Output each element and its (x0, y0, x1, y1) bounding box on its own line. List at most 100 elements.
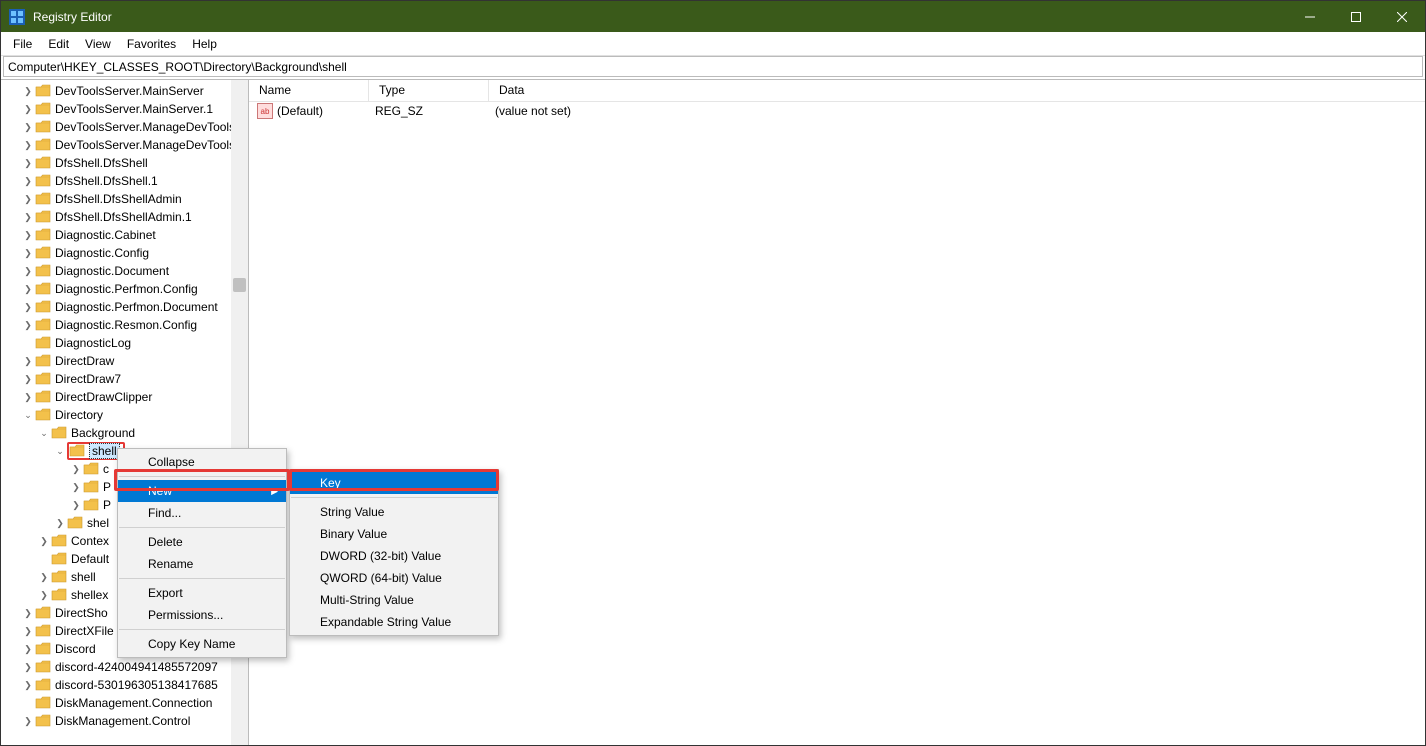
expander-icon[interactable]: ❯ (21, 138, 35, 152)
tree-item[interactable]: ❯DevToolsServer.ManageDevTools.1 (1, 136, 248, 154)
col-header-type[interactable]: Type (369, 80, 489, 101)
tree-item[interactable]: ❯DirectDraw (1, 352, 248, 370)
tree-item[interactable]: ❯DfsShell.DfsShellAdmin.1 (1, 208, 248, 226)
menu-favorites[interactable]: Favorites (119, 35, 184, 53)
context-item[interactable]: DWORD (32-bit) Value (290, 545, 498, 567)
value-name: (Default) (277, 104, 369, 118)
tree-item[interactable]: DiskManagement.Connection (1, 694, 248, 712)
menu-view[interactable]: View (77, 35, 119, 53)
minimize-button[interactable] (1287, 1, 1333, 32)
context-item[interactable]: Multi-String Value (290, 589, 498, 611)
col-header-name[interactable]: Name (249, 80, 369, 101)
expander-icon[interactable]: ❯ (21, 174, 35, 188)
tree-item[interactable]: ❯DiskManagement.Control (1, 712, 248, 730)
expander-icon[interactable] (21, 336, 35, 350)
tree-item[interactable]: ❯Diagnostic.Config (1, 244, 248, 262)
tree-item[interactable]: ❯ Diagnostic.Perfmon.Document (1, 298, 248, 316)
expander-icon[interactable]: ❯ (21, 282, 35, 296)
expander-icon[interactable]: ❯ (21, 120, 35, 134)
menu-file[interactable]: File (5, 35, 40, 53)
expander-icon[interactable]: ⌄ (53, 444, 67, 458)
menu-help[interactable]: Help (184, 35, 225, 53)
expander-icon[interactable]: ❯ (21, 678, 35, 692)
expander-icon[interactable]: ❯ (21, 624, 35, 638)
tree-item-label: DevToolsServer.MainServer (55, 84, 204, 98)
expander-icon[interactable]: ❯ (21, 246, 35, 260)
context-item[interactable]: Find... (118, 502, 286, 524)
tree-item[interactable]: ❯ discord-530196305138417685 (1, 676, 248, 694)
tree-item-label: Discord (55, 642, 96, 656)
titlebar: Registry Editor (1, 1, 1425, 32)
tree-item[interactable]: ❯DirectDrawClipper (1, 388, 248, 406)
tree-item-label: Diagnostic.Perfmon.Document (55, 300, 218, 314)
tree-scrollbar-thumb[interactable] (233, 278, 246, 292)
expander-icon[interactable]: ❯ (21, 102, 35, 116)
context-item[interactable]: Collapse (118, 451, 286, 473)
tree-item[interactable]: ❯Diagnostic.Cabinet (1, 226, 248, 244)
expander-icon[interactable] (21, 696, 35, 710)
expander-icon[interactable]: ❯ (21, 318, 35, 332)
expander-icon[interactable]: ❯ (69, 462, 83, 476)
expander-icon[interactable]: ❯ (21, 660, 35, 674)
tree-item-label: DirectSho (55, 606, 108, 620)
tree-item[interactable]: ❯discord-424004941485572097 (1, 658, 248, 676)
tree-item-label: Background (71, 426, 135, 440)
expander-icon[interactable]: ❯ (21, 606, 35, 620)
context-item[interactable]: Expandable String Value (290, 611, 498, 633)
expander-icon[interactable]: ❯ (21, 642, 35, 656)
context-item[interactable]: Rename (118, 553, 286, 575)
expander-icon[interactable]: ❯ (21, 228, 35, 242)
expander-icon[interactable]: ❯ (21, 714, 35, 728)
tree-item[interactable]: ❯Diagnostic.Resmon.Config (1, 316, 248, 334)
expander-icon[interactable]: ❯ (21, 84, 35, 98)
tree-item[interactable]: ❯DevToolsServer.ManageDevTools (1, 118, 248, 136)
expander-icon[interactable]: ❯ (37, 588, 51, 602)
value-row[interactable]: ab(Default)REG_SZ(value not set) (249, 102, 1425, 120)
expander-icon[interactable]: ⌄ (21, 408, 35, 422)
context-item[interactable]: Binary Value (290, 523, 498, 545)
close-button[interactable] (1379, 1, 1425, 32)
context-item[interactable]: QWORD (64-bit) Value (290, 567, 498, 589)
tree-item[interactable]: ❯DfsShell.DfsShellAdmin (1, 190, 248, 208)
tree-item[interactable]: DiagnosticLog (1, 334, 248, 352)
expander-icon[interactable]: ❯ (69, 480, 83, 494)
context-item[interactable]: New▶ (118, 480, 286, 502)
tree-item[interactable]: ❯DfsShell.DfsShell (1, 154, 248, 172)
tree-item-label: Default (71, 552, 109, 566)
tree-item[interactable]: ❯Diagnostic.Perfmon.Config (1, 280, 248, 298)
tree-item-label: discord-530196305138417685 (55, 678, 218, 692)
expander-icon[interactable]: ❯ (21, 156, 35, 170)
context-item[interactable]: Copy Key Name (118, 633, 286, 655)
tree-item[interactable]: ❯Diagnostic.Document (1, 262, 248, 280)
context-item[interactable]: Permissions... (118, 604, 286, 626)
menu-edit[interactable]: Edit (40, 35, 77, 53)
expander-icon[interactable]: ❯ (21, 390, 35, 404)
tree-item-label: DirectDraw7 (55, 372, 121, 386)
expander-icon[interactable]: ❯ (21, 210, 35, 224)
context-item[interactable]: String Value (290, 501, 498, 523)
context-item[interactable]: Delete (118, 531, 286, 553)
expander-icon[interactable]: ❯ (21, 192, 35, 206)
expander-icon[interactable]: ❯ (69, 498, 83, 512)
tree-item[interactable]: ❯ DirectDraw7 (1, 370, 248, 388)
context-item[interactable]: Key (290, 472, 498, 494)
addressbar[interactable]: Computer\HKEY_CLASSES_ROOT\Directory\Bac… (3, 56, 1423, 77)
expander-icon[interactable]: ❯ (53, 516, 67, 530)
expander-icon[interactable]: ❯ (21, 372, 35, 386)
tree-item[interactable]: ⌄Directory (1, 406, 248, 424)
expander-icon[interactable]: ❯ (37, 570, 51, 584)
expander-icon[interactable]: ⌄ (37, 426, 51, 440)
tree-item[interactable]: ❯DevToolsServer.MainServer.1 (1, 100, 248, 118)
tree-item[interactable]: ⌄ Background (1, 424, 248, 442)
address-path: Computer\HKEY_CLASSES_ROOT\Directory\Bac… (8, 60, 347, 74)
maximize-button[interactable] (1333, 1, 1379, 32)
expander-icon[interactable]: ❯ (21, 300, 35, 314)
expander-icon[interactable]: ❯ (21, 264, 35, 278)
tree-item[interactable]: ❯DfsShell.DfsShell.1 (1, 172, 248, 190)
col-header-data[interactable]: Data (489, 80, 1425, 101)
expander-icon[interactable]: ❯ (21, 354, 35, 368)
expander-icon[interactable]: ❯ (37, 534, 51, 548)
tree-item[interactable]: ❯ DevToolsServer.MainServer (1, 82, 248, 100)
context-item[interactable]: Export (118, 582, 286, 604)
expander-icon[interactable] (37, 552, 51, 566)
